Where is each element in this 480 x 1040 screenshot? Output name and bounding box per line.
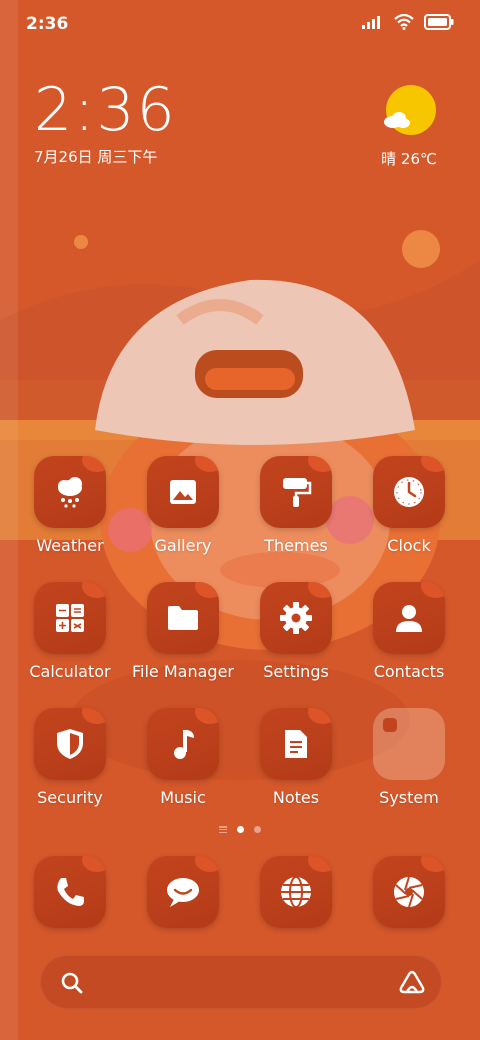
app-icon[interactable] [373,856,445,928]
sun-cloud-icon [384,85,436,135]
dock-camera[interactable] [353,856,465,928]
dock-messages[interactable] [127,856,239,928]
assistant-icon[interactable] [398,969,426,995]
app-label: File Manager [132,662,234,681]
clock-icon [394,477,424,507]
app-label: Themes [264,536,328,555]
app-label: Security [37,788,103,807]
dock-phone[interactable] [14,856,126,928]
app-file-manager[interactable]: File Manager [127,582,239,681]
app-icon[interactable] [260,582,332,654]
app-system-folder[interactable]: System [353,708,465,807]
app-icon[interactable] [373,582,445,654]
clock-widget[interactable]: 2:36 7月26日 周三下午 [34,78,177,167]
app-icon[interactable] [260,708,332,780]
shield-icon [57,729,83,759]
app-music[interactable]: Music [127,708,239,807]
battery-icon [424,14,454,30]
dock-browser[interactable] [240,856,352,928]
status-bar: 2:36 [0,0,480,50]
page-indicator[interactable] [0,826,480,833]
paint-roller-icon [283,478,312,507]
calculator-icon [56,604,84,632]
app-settings[interactable]: Settings [240,582,352,681]
status-icons [362,14,454,30]
app-label: Gallery [154,536,212,555]
app-security[interactable]: Security [14,708,126,807]
person-icon [396,605,422,632]
phone-icon [57,878,84,906]
app-label: Music [160,788,206,807]
clock-date: 7月26日 周三下午 [34,148,158,166]
app-icon[interactable] [147,708,219,780]
folder-group-icon[interactable] [373,708,445,780]
page-dot [254,826,261,833]
weather-snow-icon [58,477,82,508]
app-clock[interactable]: Clock [353,456,465,555]
search-icon[interactable] [60,971,84,995]
app-gallery[interactable]: Gallery [127,456,239,555]
gallery-icon [170,480,196,504]
clock-time: 2:36 [34,75,177,145]
home-screen: 2:36 2:36 7月26日 周三下午 晴 26℃ Weather Galle… [0,0,480,1040]
menu-lines-icon [219,826,227,833]
weather-temp: 晴 26℃ [381,150,437,168]
gear-icon [280,602,312,634]
app-notes[interactable]: Notes [240,708,352,807]
page-dot-active [237,826,244,833]
document-icon [285,730,307,758]
weather-widget[interactable]: 晴 26℃ [374,84,444,169]
status-time: 2:36 [26,14,69,34]
app-weather[interactable]: Weather [14,456,126,555]
app-label: Settings [263,662,329,681]
app-contacts[interactable]: Contacts [353,582,465,681]
globe-icon [281,876,311,908]
app-icon[interactable] [34,456,106,528]
app-label: Contacts [373,662,445,681]
search-bar[interactable] [40,955,442,1009]
app-label: Clock [387,536,431,555]
message-icon [167,878,199,907]
app-icon[interactable] [147,582,219,654]
app-icon[interactable] [34,582,106,654]
mini-app-icon [383,718,397,732]
app-label: Notes [272,788,320,807]
app-icon[interactable] [147,456,219,528]
app-icon[interactable] [147,856,219,928]
app-themes[interactable]: Themes [240,456,352,555]
app-calculator[interactable]: Calculator [14,582,126,681]
app-icon[interactable] [373,456,445,528]
music-note-icon [174,730,194,759]
app-label: Calculator [29,662,111,681]
app-icon[interactable] [260,856,332,928]
signal-icon [362,16,380,29]
app-icon[interactable] [34,856,106,928]
app-label: Weather [36,536,104,555]
app-icon[interactable] [260,456,332,528]
app-label: System [379,788,439,807]
folder-icon [168,606,198,630]
app-icon[interactable] [34,708,106,780]
wifi-icon [394,14,414,30]
camera-aperture-icon [394,876,424,908]
